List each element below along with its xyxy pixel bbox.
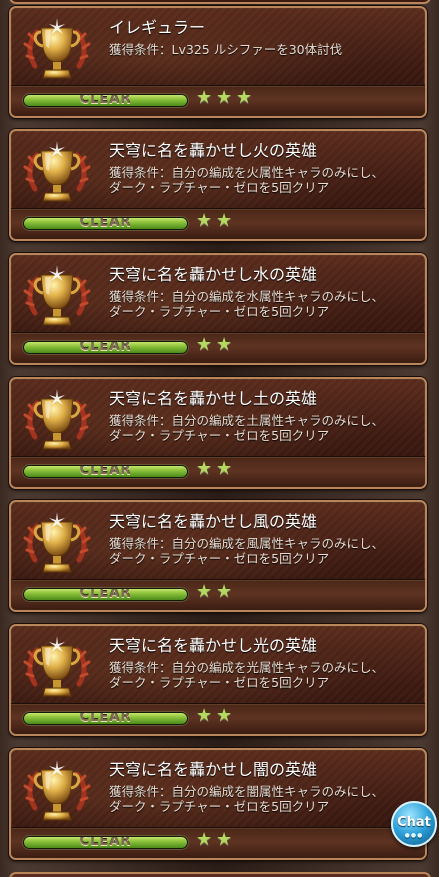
condition-line: ダーク・ラプチャー・ゼロを5回クリア xyxy=(109,428,330,443)
achievement-card-7[interactable]: 天穹に名を轟かせし闇の英雄 獲得条件：自分の編成を闇属性キャラのみにし、 ダーク・… xyxy=(9,748,427,860)
achievement-title: 天穹に名を轟かせし火の英雄 xyxy=(109,141,318,160)
achievement-footer: CLEAR ★ ★ xyxy=(11,703,425,734)
star-icon: ★ xyxy=(216,334,233,355)
clear-label: CLEAR xyxy=(79,341,132,354)
achievement-title: 天穹に名を轟かせし土の英雄 xyxy=(109,389,318,408)
star-icon: ★ xyxy=(196,334,213,355)
achievement-card-4[interactable]: 天穹に名を轟かせし土の英雄 獲得条件：自分の編成を土属性キャラのみにし、 ダーク・… xyxy=(9,377,427,489)
rarity-stars: ★ ★ xyxy=(196,212,234,234)
trophy-icon xyxy=(23,265,91,326)
star-icon: ★ xyxy=(216,210,233,231)
chat-label: Chat xyxy=(397,815,431,830)
rarity-stars: ★ ★ ★ xyxy=(196,89,254,111)
achievement-condition: 獲得条件：自分の編成を水属性キャラのみにし、 ダーク・ラプチャー・ゼロを5回クリア xyxy=(109,289,417,319)
achievement-footer: CLEAR ★ ★ xyxy=(11,332,425,363)
rarity-stars: ★ ★ xyxy=(196,583,234,605)
star-icon: ★ xyxy=(196,87,213,108)
clear-label: CLEAR xyxy=(79,588,132,601)
achievement-title: 天穹に名を轟かせし闇の英雄 xyxy=(109,760,318,779)
clear-label: CLEAR xyxy=(79,836,132,849)
progress-bar: CLEAR xyxy=(23,94,188,107)
condition-line: ダーク・ラプチャー・ゼロを5回クリア xyxy=(109,675,330,690)
condition-line: ダーク・ラプチャー・ゼロを5回クリア xyxy=(109,304,330,319)
achievement-card-6[interactable]: 天穹に名を轟かせし光の英雄 獲得条件：自分の編成を光属性キャラのみにし、 ダーク・… xyxy=(9,624,427,736)
progress-bar: CLEAR xyxy=(23,588,188,601)
condition-line: 獲得条件：自分の編成を光属性キャラのみにし、 xyxy=(109,660,385,675)
condition-line: 獲得条件：自分の編成を闇属性キャラのみにし、 xyxy=(109,784,385,799)
condition-line: 獲得条件：自分の編成を火属性キャラのみにし、 xyxy=(109,165,385,180)
achievement-footer: CLEAR ★ ★ xyxy=(11,579,425,610)
chat-dots: ●●● xyxy=(404,832,424,839)
achievement-title: 天穹に名を轟かせし風の英雄 xyxy=(109,512,318,531)
achievement-title: 天穹に名を轟かせし光の英雄 xyxy=(109,636,318,655)
progress-bar: CLEAR xyxy=(23,465,188,478)
rarity-stars: ★ ★ xyxy=(196,460,234,482)
star-icon: ★ xyxy=(196,210,213,231)
achievement-card-5[interactable]: 天穹に名を轟かせし風の英雄 獲得条件：自分の編成を風属性キャラのみにし、 ダーク・… xyxy=(9,500,427,612)
previous-card-edge xyxy=(9,0,431,4)
achievement-condition: 獲得条件：自分の編成を風属性キャラのみにし、 ダーク・ラプチャー・ゼロを5回クリア xyxy=(109,536,417,566)
progress-bar: CLEAR xyxy=(23,217,188,230)
star-icon: ★ xyxy=(216,829,233,850)
condition-line: ダーク・ラプチャー・ゼロを5回クリア xyxy=(109,799,330,814)
achievement-condition: 獲得条件：Lv325 ルシファーを30体討伐 xyxy=(109,42,417,57)
trophy-icon xyxy=(23,760,91,821)
achievement-footer: CLEAR ★ ★ xyxy=(11,827,425,858)
achievement-footer: CLEAR ★ ★ xyxy=(11,208,425,239)
trophy-icon xyxy=(23,389,91,450)
trophy-icon xyxy=(23,512,91,573)
chat-button[interactable]: Chat ●●● xyxy=(391,801,437,847)
achievement-title: イレギュラー xyxy=(109,18,206,37)
achievement-card-2[interactable]: 天穹に名を轟かせし火の英雄 獲得条件：自分の編成を火属性キャラのみにし、 ダーク・… xyxy=(9,129,427,241)
trophy-icon xyxy=(23,141,91,202)
achievement-condition: 獲得条件：自分の編成を闇属性キャラのみにし、 ダーク・ラプチャー・ゼロを5回クリア xyxy=(109,784,417,814)
star-icon: ★ xyxy=(216,87,233,108)
condition-line: 獲得条件：自分の編成を風属性キャラのみにし、 xyxy=(109,536,385,551)
trophy-icon xyxy=(23,636,91,697)
star-icon: ★ xyxy=(196,581,213,602)
rarity-stars: ★ ★ xyxy=(196,707,234,729)
achievement-card-1[interactable]: イレギュラー 獲得条件：Lv325 ルシファーを30体討伐 CLEAR ★ ★ ★ xyxy=(9,6,427,118)
next-card-edge xyxy=(9,872,431,877)
star-icon: ★ xyxy=(196,829,213,850)
star-icon: ★ xyxy=(216,581,233,602)
star-icon: ★ xyxy=(236,87,253,108)
star-icon: ★ xyxy=(216,705,233,726)
achievement-condition: 獲得条件：自分の編成を火属性キャラのみにし、 ダーク・ラプチャー・ゼロを5回クリア xyxy=(109,165,417,195)
progress-bar: CLEAR xyxy=(23,712,188,725)
progress-bar: CLEAR xyxy=(23,836,188,849)
star-icon: ★ xyxy=(196,705,213,726)
condition-line: 獲得条件：自分の編成を土属性キャラのみにし、 xyxy=(109,413,385,428)
rarity-stars: ★ ★ xyxy=(196,831,234,853)
condition-line: ダーク・ラプチャー・ゼロを5回クリア xyxy=(109,180,330,195)
achievement-card-3[interactable]: 天穹に名を轟かせし水の英雄 獲得条件：自分の編成を水属性キャラのみにし、 ダーク・… xyxy=(9,253,427,365)
progress-bar: CLEAR xyxy=(23,341,188,354)
clear-label: CLEAR xyxy=(79,712,132,725)
condition-line: 獲得条件：自分の編成を水属性キャラのみにし、 xyxy=(109,289,385,304)
achievement-condition: 獲得条件：自分の編成を土属性キャラのみにし、 ダーク・ラプチャー・ゼロを5回クリア xyxy=(109,413,417,443)
condition-line: ダーク・ラプチャー・ゼロを5回クリア xyxy=(109,551,330,566)
condition-line: 獲得条件：Lv325 ルシファーを30体討伐 xyxy=(109,42,343,57)
rarity-stars: ★ ★ xyxy=(196,336,234,358)
achievement-list-screen: イレギュラー 獲得条件：Lv325 ルシファーを30体討伐 CLEAR ★ ★ ★ xyxy=(0,0,439,877)
achievement-title: 天穹に名を轟かせし水の英雄 xyxy=(109,265,318,284)
clear-label: CLEAR xyxy=(79,465,132,478)
trophy-icon xyxy=(23,18,91,79)
achievement-footer: CLEAR ★ ★ ★ xyxy=(11,85,425,116)
achievement-footer: CLEAR ★ ★ xyxy=(11,456,425,487)
star-icon: ★ xyxy=(216,458,233,479)
star-icon: ★ xyxy=(196,458,213,479)
achievement-condition: 獲得条件：自分の編成を光属性キャラのみにし、 ダーク・ラプチャー・ゼロを5回クリア xyxy=(109,660,417,690)
clear-label: CLEAR xyxy=(79,217,132,230)
clear-label: CLEAR xyxy=(79,94,132,107)
